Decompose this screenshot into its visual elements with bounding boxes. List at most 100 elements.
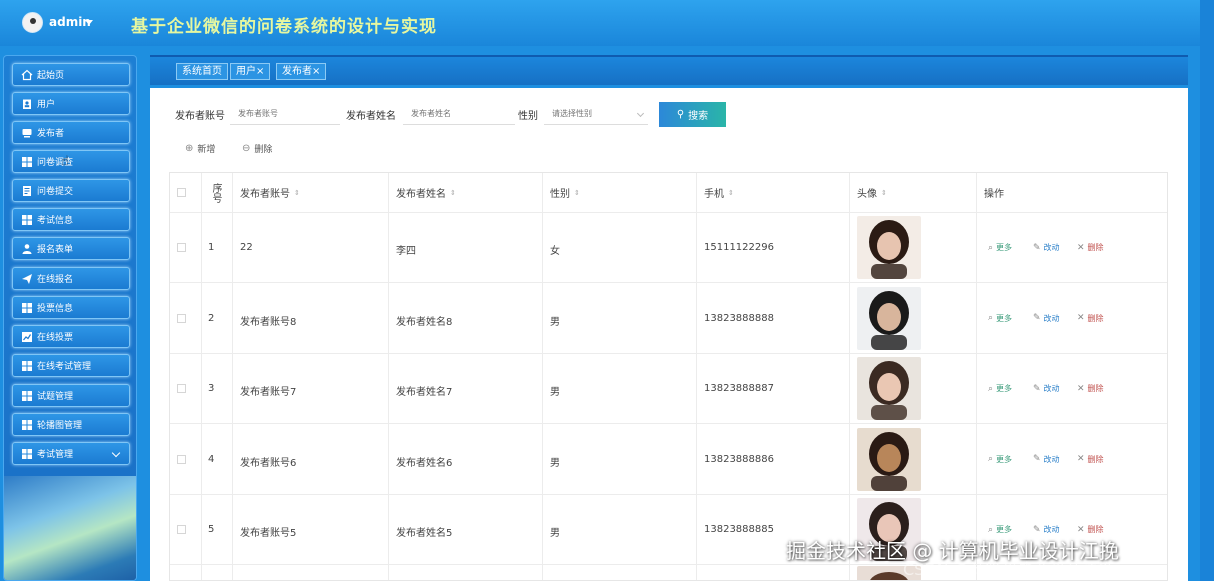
op-label: 改动 [1043, 525, 1060, 534]
tab-users[interactable]: 用户× [230, 63, 271, 80]
right-scrollbar[interactable] [1200, 0, 1214, 581]
header-gender[interactable]: 性别 ⇕ [550, 173, 580, 212]
delete-button-label: 删除 [254, 144, 273, 155]
sidebar-item[interactable]: 轮播图管理 [12, 413, 130, 436]
sidebar-item[interactable]: 投票信息 [12, 296, 130, 319]
sidebar-item[interactable]: 发布者 [12, 121, 130, 144]
tab-label: 发布者 [282, 66, 312, 77]
row-checkbox[interactable] [177, 454, 186, 464]
grid-icon [20, 448, 33, 460]
cell-index: 3 [208, 383, 215, 394]
op-delete-button[interactable]: ✕ 删除 [1077, 524, 1104, 535]
magnifier-icon: ⌕ [988, 383, 994, 394]
header-name[interactable]: 发布者姓名 ⇕ [396, 173, 456, 212]
grid-icon [20, 302, 33, 314]
user-avatar[interactable] [22, 12, 43, 33]
row-checkbox[interactable] [177, 313, 186, 323]
grid-icon [20, 419, 33, 431]
publisher-icon [20, 127, 33, 139]
sidebar-item[interactable]: 在线投票 [12, 325, 130, 348]
close-icon: ✕ [1077, 454, 1085, 464]
sidebar-item[interactable]: 问卷提交 [12, 179, 130, 202]
publisher-table: 序号 发布者账号 ⇕ 发布者姓名 ⇕ 性别 ⇕ 手机 ⇕ 头像 ⇕ 操作 1 22 李四 女 15… [169, 172, 1168, 581]
sidebar-item-label: 在线投票 [37, 333, 74, 343]
user-doc-icon [20, 98, 33, 110]
tab-publisher[interactable]: 发布者× [276, 63, 327, 80]
cell-name: 李四 [396, 246, 416, 257]
op-more-button[interactable]: ⌕ 更多 [988, 313, 1012, 324]
edit-icon: ✎ [1033, 313, 1041, 323]
sort-icon[interactable]: ⇕ [728, 189, 734, 197]
op-delete-button[interactable]: ✕ 删除 [1077, 242, 1104, 253]
caret-down-icon[interactable] [85, 20, 93, 25]
header-avatar-label: 头像 [857, 189, 877, 200]
close-icon[interactable]: × [312, 66, 320, 77]
add-button[interactable]: ⊕ 新增 [185, 140, 215, 156]
tab-label: 用户 [236, 66, 256, 77]
batch-delete-button[interactable]: ⊖ 删除 [242, 140, 272, 156]
gender-select[interactable] [544, 102, 648, 125]
sort-icon[interactable]: ⇕ [450, 189, 456, 197]
grid-icon [20, 214, 33, 226]
close-icon[interactable]: × [256, 66, 264, 77]
op-label: 删除 [1087, 313, 1104, 323]
cell-gender: 女 [550, 246, 560, 257]
close-icon: ✕ [1077, 383, 1085, 394]
header-index-label: 序号 [210, 182, 221, 203]
op-edit-button[interactable]: ✎ 改动 [1033, 313, 1060, 324]
sidebar-item[interactable]: 用户 [12, 92, 130, 115]
op-more-button[interactable]: ⌕ 更多 [988, 383, 1012, 394]
account-search-input[interactable] [230, 102, 340, 125]
op-more-button[interactable]: ⌕ 更多 [988, 242, 1012, 253]
sidebar-item-label: 试题管理 [37, 392, 74, 402]
sort-icon[interactable]: ⇕ [294, 189, 300, 197]
sidebar-item[interactable]: 试题管理 [12, 384, 130, 407]
op-label: 改动 [1043, 243, 1060, 252]
sidebar-item[interactable]: 在线考试管理 [12, 354, 130, 377]
op-edit-button[interactable]: ✎ 改动 [1033, 383, 1060, 394]
select-all-checkbox[interactable] [177, 188, 186, 197]
op-more-button[interactable]: ⌕ 更多 [988, 454, 1012, 465]
header-phone[interactable]: 手机 ⇕ [704, 173, 734, 212]
cell-name: 发布者姓名6 [396, 457, 453, 469]
sidebar-item[interactable]: 问卷调查 [12, 150, 130, 173]
sidebar-decoration [4, 476, 136, 580]
op-delete-button[interactable]: ✕ 删除 [1077, 313, 1104, 324]
name-search-input[interactable] [403, 102, 515, 125]
cell-gender: 男 [550, 316, 560, 328]
chevron-down-icon[interactable] [111, 448, 121, 458]
sort-icon[interactable]: ⇕ [881, 189, 887, 197]
op-label: 更多 [996, 243, 1013, 252]
op-edit-button[interactable]: ✎ 改动 [1033, 242, 1060, 253]
cell-gender: 男 [550, 528, 560, 539]
sidebar-item[interactable]: 起始页 [12, 63, 130, 86]
pointer-cursor-icon: ☝ [61, 154, 69, 169]
sidebar-item[interactable]: 报名表单 [12, 237, 130, 260]
search-button-label: 搜索 [688, 111, 709, 122]
row-checkbox[interactable] [177, 384, 186, 393]
op-delete-button[interactable]: ✕ 删除 [1077, 383, 1104, 394]
op-edit-button[interactable]: ✎ 改动 [1033, 454, 1060, 465]
op-more-button[interactable]: ⌕ 更多 [988, 524, 1012, 535]
sidebar-item[interactable]: 考试管理 [12, 442, 130, 465]
op-label: 删除 [1087, 525, 1104, 534]
sort-icon[interactable]: ⇕ [574, 189, 580, 197]
edit-icon: ✎ [1033, 524, 1041, 535]
header-account[interactable]: 发布者账号 ⇕ [240, 173, 300, 212]
sidebar-item[interactable]: 在线报名 [12, 267, 130, 290]
avatar-photo [857, 216, 921, 279]
search-button[interactable]: ⚲ 搜索 [659, 102, 726, 127]
row-checkbox[interactable] [177, 243, 186, 252]
row-checkbox[interactable] [177, 525, 186, 534]
table-row: 3 发布者账号7 发布者姓名7 男 13823888887 ⌕ 更多 ✎ 改动 ✕ 删除 [170, 354, 1167, 424]
tab-home[interactable]: 系统首页 [176, 63, 228, 80]
sidebar-item[interactable]: 考试信息 [12, 208, 130, 231]
cell-account: 发布者账号8 [240, 316, 297, 328]
header-avatar[interactable]: 头像 ⇕ [857, 173, 887, 212]
magnifier-icon: ⌕ [988, 524, 994, 535]
op-delete-button[interactable]: ✕ 删除 [1077, 454, 1104, 465]
table-row: 1 22 李四 女 15111122296 ⌕ 更多 ✎ 改动 ✕ 删除 [170, 213, 1167, 283]
op-edit-button[interactable]: ✎ 改动 [1033, 524, 1060, 535]
cell-phone: 15111122296 [704, 242, 774, 253]
tab-label: 系统首页 [182, 66, 222, 77]
